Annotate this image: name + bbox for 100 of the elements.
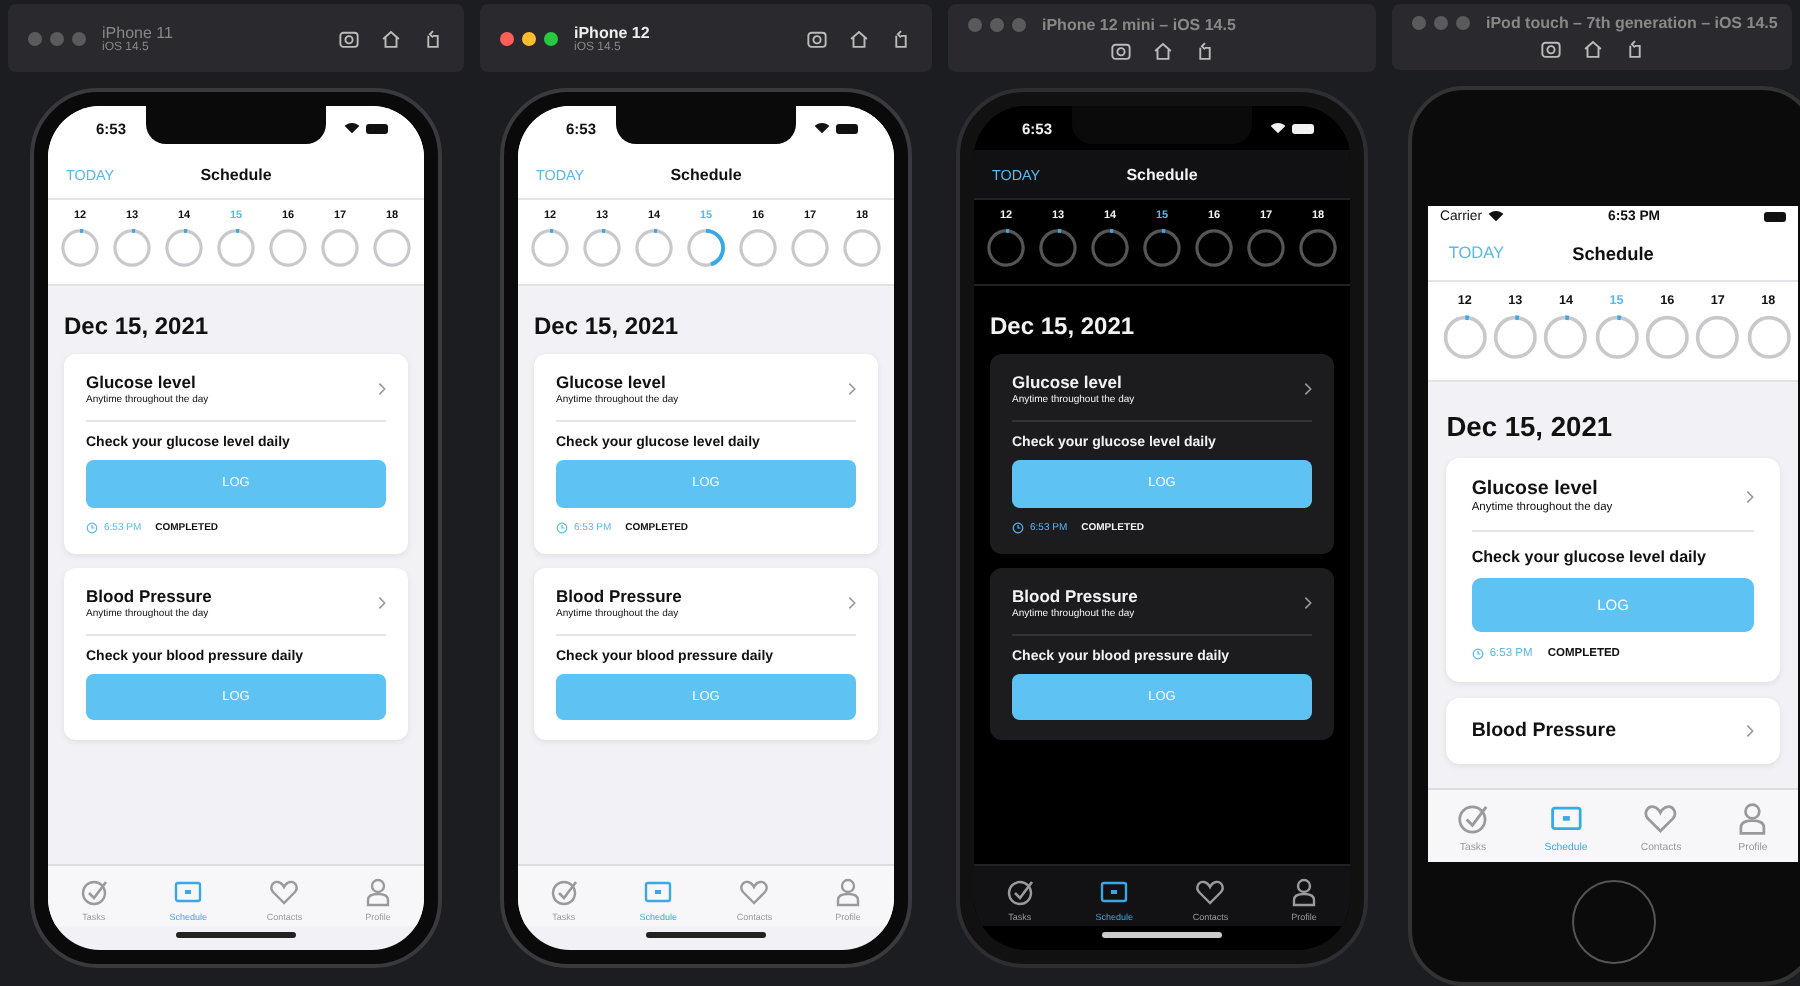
chevron-icon[interactable]: [1746, 489, 1755, 504]
home-icon[interactable]: [1151, 39, 1173, 61]
person-icon: [1288, 876, 1321, 908]
nav-title: Schedule: [200, 165, 272, 183]
progress-ring: [840, 226, 884, 270]
task-instruction: Check your glucose level daily: [1471, 548, 1709, 567]
minimize-dot[interactable]: [50, 31, 64, 45]
date-heading: Dec 15, 2021: [534, 312, 681, 341]
progress-ring: [370, 226, 414, 270]
rotate-icon[interactable]: [890, 27, 912, 49]
zoom-dot[interactable]: [1456, 16, 1470, 31]
minimize-dot[interactable]: [522, 31, 536, 45]
screenshot-icon[interactable]: [806, 27, 828, 49]
nav-title: Schedule: [1126, 165, 1198, 183]
screen-icon: [172, 876, 205, 908]
home-icon[interactable]: [848, 27, 870, 49]
clock-icon: [1471, 647, 1484, 660]
simulator-title: iPhone 11: [102, 23, 175, 41]
clock-icon: [1012, 521, 1024, 534]
chevron-icon[interactable]: [378, 595, 386, 610]
wifi-icon: [343, 122, 360, 134]
chevron-icon[interactable]: [1746, 723, 1755, 738]
chevron-icon[interactable]: [848, 382, 856, 397]
home-icon[interactable]: [1581, 38, 1603, 61]
person-icon: [362, 876, 395, 908]
screenshot-icon[interactable]: [338, 27, 360, 49]
progress-ring: [58, 226, 102, 270]
checked-circle-icon: [77, 876, 110, 908]
task-title: Glucose level: [556, 372, 668, 393]
date-heading: Dec 15, 2021: [990, 312, 1137, 341]
battery-icon: [835, 123, 858, 133]
simulator-title: iPhone 12: [574, 23, 652, 41]
checked-circle-icon: [547, 876, 580, 908]
nav-title: Schedule: [670, 165, 742, 183]
battery-icon: [1291, 123, 1314, 133]
chevron-icon[interactable]: [378, 382, 386, 397]
chevron-icon[interactable]: [1304, 382, 1312, 397]
home-button[interactable]: [1571, 880, 1655, 965]
zoom-dot[interactable]: [544, 31, 558, 45]
date-heading: Dec 15, 2021: [1446, 411, 1615, 442]
progress-ring: [1088, 226, 1132, 270]
task-title: Glucose level: [86, 372, 198, 393]
screenshot-icon[interactable]: [1539, 38, 1561, 61]
close-dot[interactable]: [28, 31, 42, 45]
wifi-icon: [813, 122, 830, 134]
task-title: Blood Pressure: [86, 585, 214, 606]
progress-ring: [318, 226, 362, 270]
progress-ring: [632, 226, 676, 270]
progress-ring: [110, 226, 154, 270]
wifi-icon: [1488, 210, 1505, 223]
home-indicator: [176, 932, 296, 938]
progress-ring: [1641, 312, 1693, 364]
task-title: Blood Pressure: [556, 585, 684, 606]
battery-icon: [365, 123, 388, 133]
nav-title: Schedule: [1572, 243, 1654, 264]
progress-ring: [1244, 226, 1288, 270]
progress-ring: [1743, 312, 1794, 364]
screenshot-icon[interactable]: [1109, 39, 1131, 61]
home-icon[interactable]: [380, 27, 402, 49]
home-indicator: [1102, 932, 1222, 938]
minimize-dot[interactable]: [1434, 16, 1448, 31]
progress-ring: [684, 226, 728, 270]
heart-icon: [1194, 876, 1227, 908]
minimize-dot[interactable]: [990, 17, 1004, 31]
rotate-icon[interactable]: [422, 27, 444, 49]
progress-ring: [580, 226, 624, 270]
task-title: Glucose level: [1012, 372, 1124, 393]
heart-icon: [738, 876, 771, 908]
progress-ring: [1192, 226, 1236, 270]
screen-icon: [1098, 876, 1131, 908]
clock-icon: [556, 521, 568, 534]
progress-ring: [1439, 312, 1491, 364]
rotate-icon[interactable]: [1193, 39, 1215, 61]
progress-ring: [1591, 312, 1642, 364]
progress-ring: [1540, 312, 1592, 364]
battery-icon: [1763, 211, 1786, 222]
task-title: Blood Pressure: [1471, 719, 1619, 742]
checked-circle-icon: [1454, 800, 1492, 838]
chevron-icon[interactable]: [848, 595, 856, 610]
heart-icon: [1642, 800, 1680, 838]
progress-ring: [788, 226, 832, 270]
progress-ring: [1140, 226, 1184, 270]
person-icon: [832, 876, 865, 908]
task-title: Blood Pressure: [1012, 585, 1140, 606]
progress-ring: [214, 226, 258, 270]
rotate-icon[interactable]: [1623, 38, 1645, 61]
progress-ring: [1490, 312, 1541, 364]
chevron-icon[interactable]: [1304, 595, 1312, 610]
progress-ring: [162, 226, 206, 270]
screen-icon: [642, 876, 675, 908]
progress-ring: [1296, 226, 1340, 270]
checked-circle-icon: [1003, 876, 1036, 908]
close-dot[interactable]: [1412, 16, 1426, 31]
progress-ring: [984, 226, 1028, 270]
close-dot[interactable]: [968, 17, 982, 31]
zoom-dot[interactable]: [72, 31, 86, 45]
close-dot[interactable]: [500, 31, 514, 45]
progress-ring: [1692, 312, 1744, 364]
zoom-dot[interactable]: [1012, 17, 1026, 31]
clock-icon: [86, 521, 98, 534]
